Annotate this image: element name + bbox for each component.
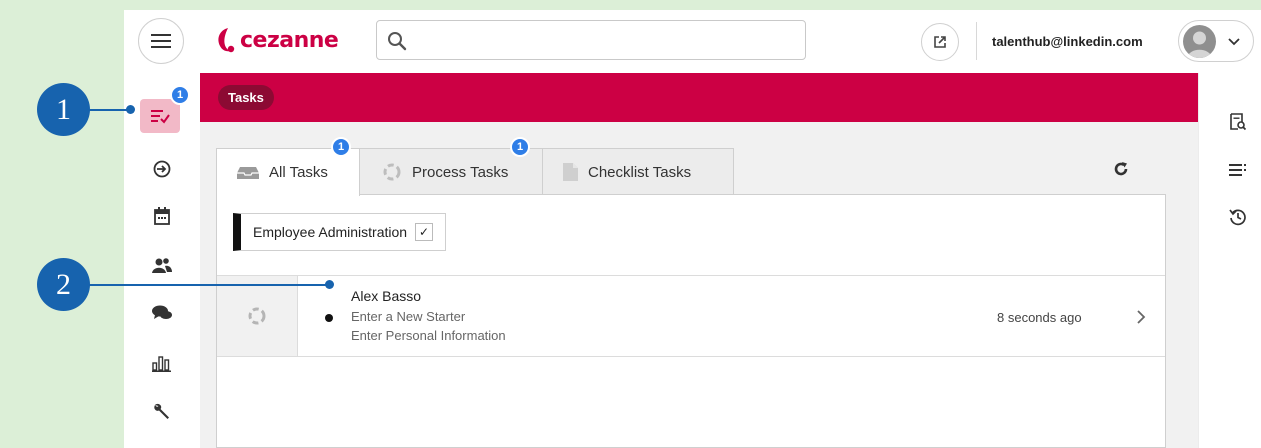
- table-row[interactable]: Alex Basso Enter a New Starter Enter Per…: [217, 275, 1165, 357]
- list-icon: [1229, 164, 1246, 176]
- tab-process-tasks[interactable]: Process Tasks 1: [359, 137, 543, 195]
- user-email: talenthub@linkedin.com: [992, 34, 1143, 49]
- task-step: Enter Personal Information: [351, 328, 506, 343]
- task-assignee: Alex Basso: [351, 288, 422, 304]
- search-icon: [388, 32, 407, 51]
- task-status-cell: [217, 276, 298, 356]
- callout-1-dot: [126, 105, 135, 114]
- chevron-down-icon: [1228, 38, 1240, 46]
- list-button[interactable]: [1227, 159, 1249, 181]
- task-process: Enter a New Starter: [351, 309, 466, 324]
- tab-checklist-tasks[interactable]: Checklist Tasks: [542, 148, 734, 195]
- wrench-icon: [154, 403, 169, 419]
- callout-2-line: [89, 284, 329, 286]
- chevron-right-icon[interactable]: [1135, 310, 1147, 324]
- process-tasks-badge: 1: [510, 137, 530, 157]
- task-tabs: All Tasks 1 Process Tasks 1 Checklist Ta…: [216, 137, 1166, 196]
- nav-item-reports[interactable]: [142, 347, 182, 379]
- filter-label: Employee Administration: [253, 224, 408, 240]
- open-external-button[interactable]: [921, 23, 959, 61]
- people-icon: [152, 258, 172, 273]
- nav-item-chat[interactable]: [142, 297, 182, 329]
- external-link-icon: [934, 36, 946, 48]
- tasks-panel: Employee Administration ✓ Alex Basso Ent…: [216, 194, 1166, 448]
- nav-item-tasks[interactable]: 1: [140, 85, 190, 133]
- history-icon: [1229, 209, 1246, 226]
- document-icon: [563, 163, 578, 181]
- history-button[interactable]: [1227, 206, 1249, 228]
- nav-item-settings[interactable]: [142, 395, 182, 427]
- right-rail: [1198, 73, 1261, 448]
- hamburger-icon: [151, 34, 171, 48]
- nav-item-process[interactable]: [142, 153, 182, 185]
- cezanne-logo-icon: [218, 28, 235, 53]
- calendar-icon: [154, 207, 170, 225]
- nav-item-people[interactable]: [142, 249, 182, 281]
- divider: [976, 22, 977, 60]
- avatar: [1183, 25, 1216, 58]
- chat-icon: [152, 305, 172, 319]
- callout-1-line: [89, 109, 129, 111]
- callout-1: 1: [37, 83, 90, 136]
- app-window: cezanne talenthub@linkedin.com 1 Tasks A…: [124, 10, 1261, 448]
- document-search-icon: [1230, 113, 1246, 131]
- user-menu-button[interactable]: [1178, 20, 1254, 62]
- task-timestamp: 8 seconds ago: [997, 310, 1082, 325]
- nav-item-calendar[interactable]: [142, 200, 182, 232]
- bar-chart-icon: [152, 356, 171, 372]
- document-search-button[interactable]: [1227, 111, 1249, 133]
- logo[interactable]: cezanne: [214, 24, 339, 56]
- top-bar: cezanne talenthub@linkedin.com: [124, 10, 1261, 73]
- filter-employee-administration[interactable]: Employee Administration ✓: [233, 213, 447, 251]
- avatar-icon: [1187, 31, 1212, 58]
- spinner-icon: [382, 162, 402, 182]
- tasks-icon: [151, 110, 170, 124]
- tasks-badge: 1: [170, 85, 190, 105]
- left-nav: 1: [124, 73, 200, 448]
- tab-label: All Tasks: [269, 164, 328, 181]
- callout-2-dot: [325, 280, 334, 289]
- process-icon: [153, 160, 171, 178]
- inbox-icon: [237, 166, 259, 179]
- task-bullet: [325, 314, 333, 322]
- logo-text: cezanne: [240, 27, 339, 53]
- menu-button[interactable]: [138, 18, 184, 64]
- callout-2: 2: [37, 258, 90, 311]
- main-content: Tasks All Tasks 1 Process Tasks 1 Checkl…: [200, 73, 1198, 448]
- tab-label: Checklist Tasks: [588, 163, 692, 181]
- spinner-icon: [248, 307, 266, 325]
- tab-label: Process Tasks: [412, 163, 509, 181]
- all-tasks-badge: 1: [331, 137, 351, 157]
- tab-all-tasks[interactable]: All Tasks 1: [216, 137, 360, 196]
- refresh-icon[interactable]: [1113, 161, 1129, 177]
- breadcrumb[interactable]: Tasks: [218, 85, 274, 110]
- search-input[interactable]: [376, 20, 806, 60]
- page-banner: Tasks: [200, 73, 1198, 122]
- filter-checkbox[interactable]: ✓: [415, 223, 434, 241]
